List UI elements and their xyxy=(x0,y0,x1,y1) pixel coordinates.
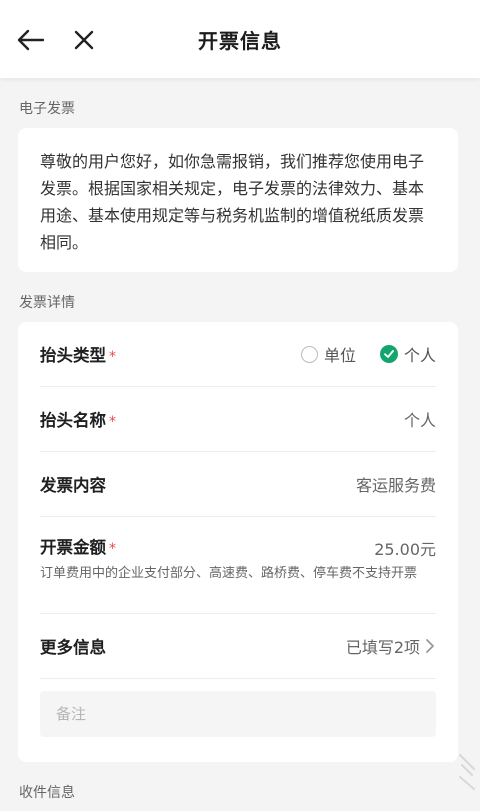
close-button[interactable] xyxy=(72,28,96,52)
title-name-label: 抬头名称 * xyxy=(40,411,116,430)
radio-personal[interactable]: 个人 xyxy=(379,342,436,366)
title-type-radio-group: 单位 个人 xyxy=(300,342,436,366)
radio-unchecked-icon xyxy=(300,345,318,363)
remark-input[interactable] xyxy=(40,691,436,737)
arrow-left-icon xyxy=(17,29,45,51)
radio-checked-icon xyxy=(379,345,398,363)
invoice-amount-value: 25.00元 xyxy=(374,540,436,559)
radio-company[interactable]: 单位 xyxy=(300,342,356,366)
invoice-amount-hint: 订单费用中的企业支付部分、高速费、路桥费、停车费不支持开票 xyxy=(40,566,418,581)
notice-text: 尊敬的用户您好，如你急需报销，我们推荐您使用电子发票。根据国家相关规定，电子发票… xyxy=(40,152,425,252)
title-name-value: 个人 xyxy=(403,411,436,430)
close-icon xyxy=(74,30,94,50)
top-bar: 开票信息 xyxy=(0,0,480,78)
watermark-icon xyxy=(459,754,475,790)
invoice-amount-label: 开票金额 * xyxy=(40,538,116,557)
page-title: 开票信息 xyxy=(198,28,282,53)
invoice-content-label: 发票内容 xyxy=(40,476,106,495)
required-mark: * xyxy=(109,541,116,557)
title-type-label: 抬头类型 * xyxy=(40,346,116,365)
invoice-content-row: 发票内容 客运服务费 xyxy=(40,452,436,517)
invoice-details-card: 抬头类型* 单位 个人 抬头名称* 个人 发票内容 客运服务费 开票金额* xyxy=(18,322,458,762)
section-label-invoice-details: 发票详情 xyxy=(19,295,75,311)
chevron-right-icon xyxy=(426,639,434,653)
section-label-electronic-invoice: 电子发票 xyxy=(19,101,75,117)
section-label-shipping: 收件信息 xyxy=(19,785,75,801)
more-info-label: 更多信息 xyxy=(40,638,106,657)
required-mark: * xyxy=(109,349,116,365)
back-button[interactable] xyxy=(16,28,46,52)
notice-card: 尊敬的用户您好，如你急需报销，我们推荐您使用电子发票。根据国家相关规定，电子发票… xyxy=(18,128,458,272)
more-info-link[interactable]: 已填写2项 xyxy=(346,634,436,658)
invoice-amount-row: 开票金额 * 25.00元 订单费用中的企业支付部分、高速费、路桥费、停车费不支持… xyxy=(40,517,436,614)
title-name-row[interactable]: 抬头名称 * 个人 xyxy=(40,387,436,452)
invoice-content-value: 客运服务费 xyxy=(355,476,436,495)
required-mark: * xyxy=(109,414,116,430)
title-type-row: 抬头类型 * 单位 个人 xyxy=(40,322,436,387)
more-info-value: 已填写2项 xyxy=(345,638,420,657)
more-info-row[interactable]: 更多信息 已填写2项 xyxy=(40,614,436,679)
